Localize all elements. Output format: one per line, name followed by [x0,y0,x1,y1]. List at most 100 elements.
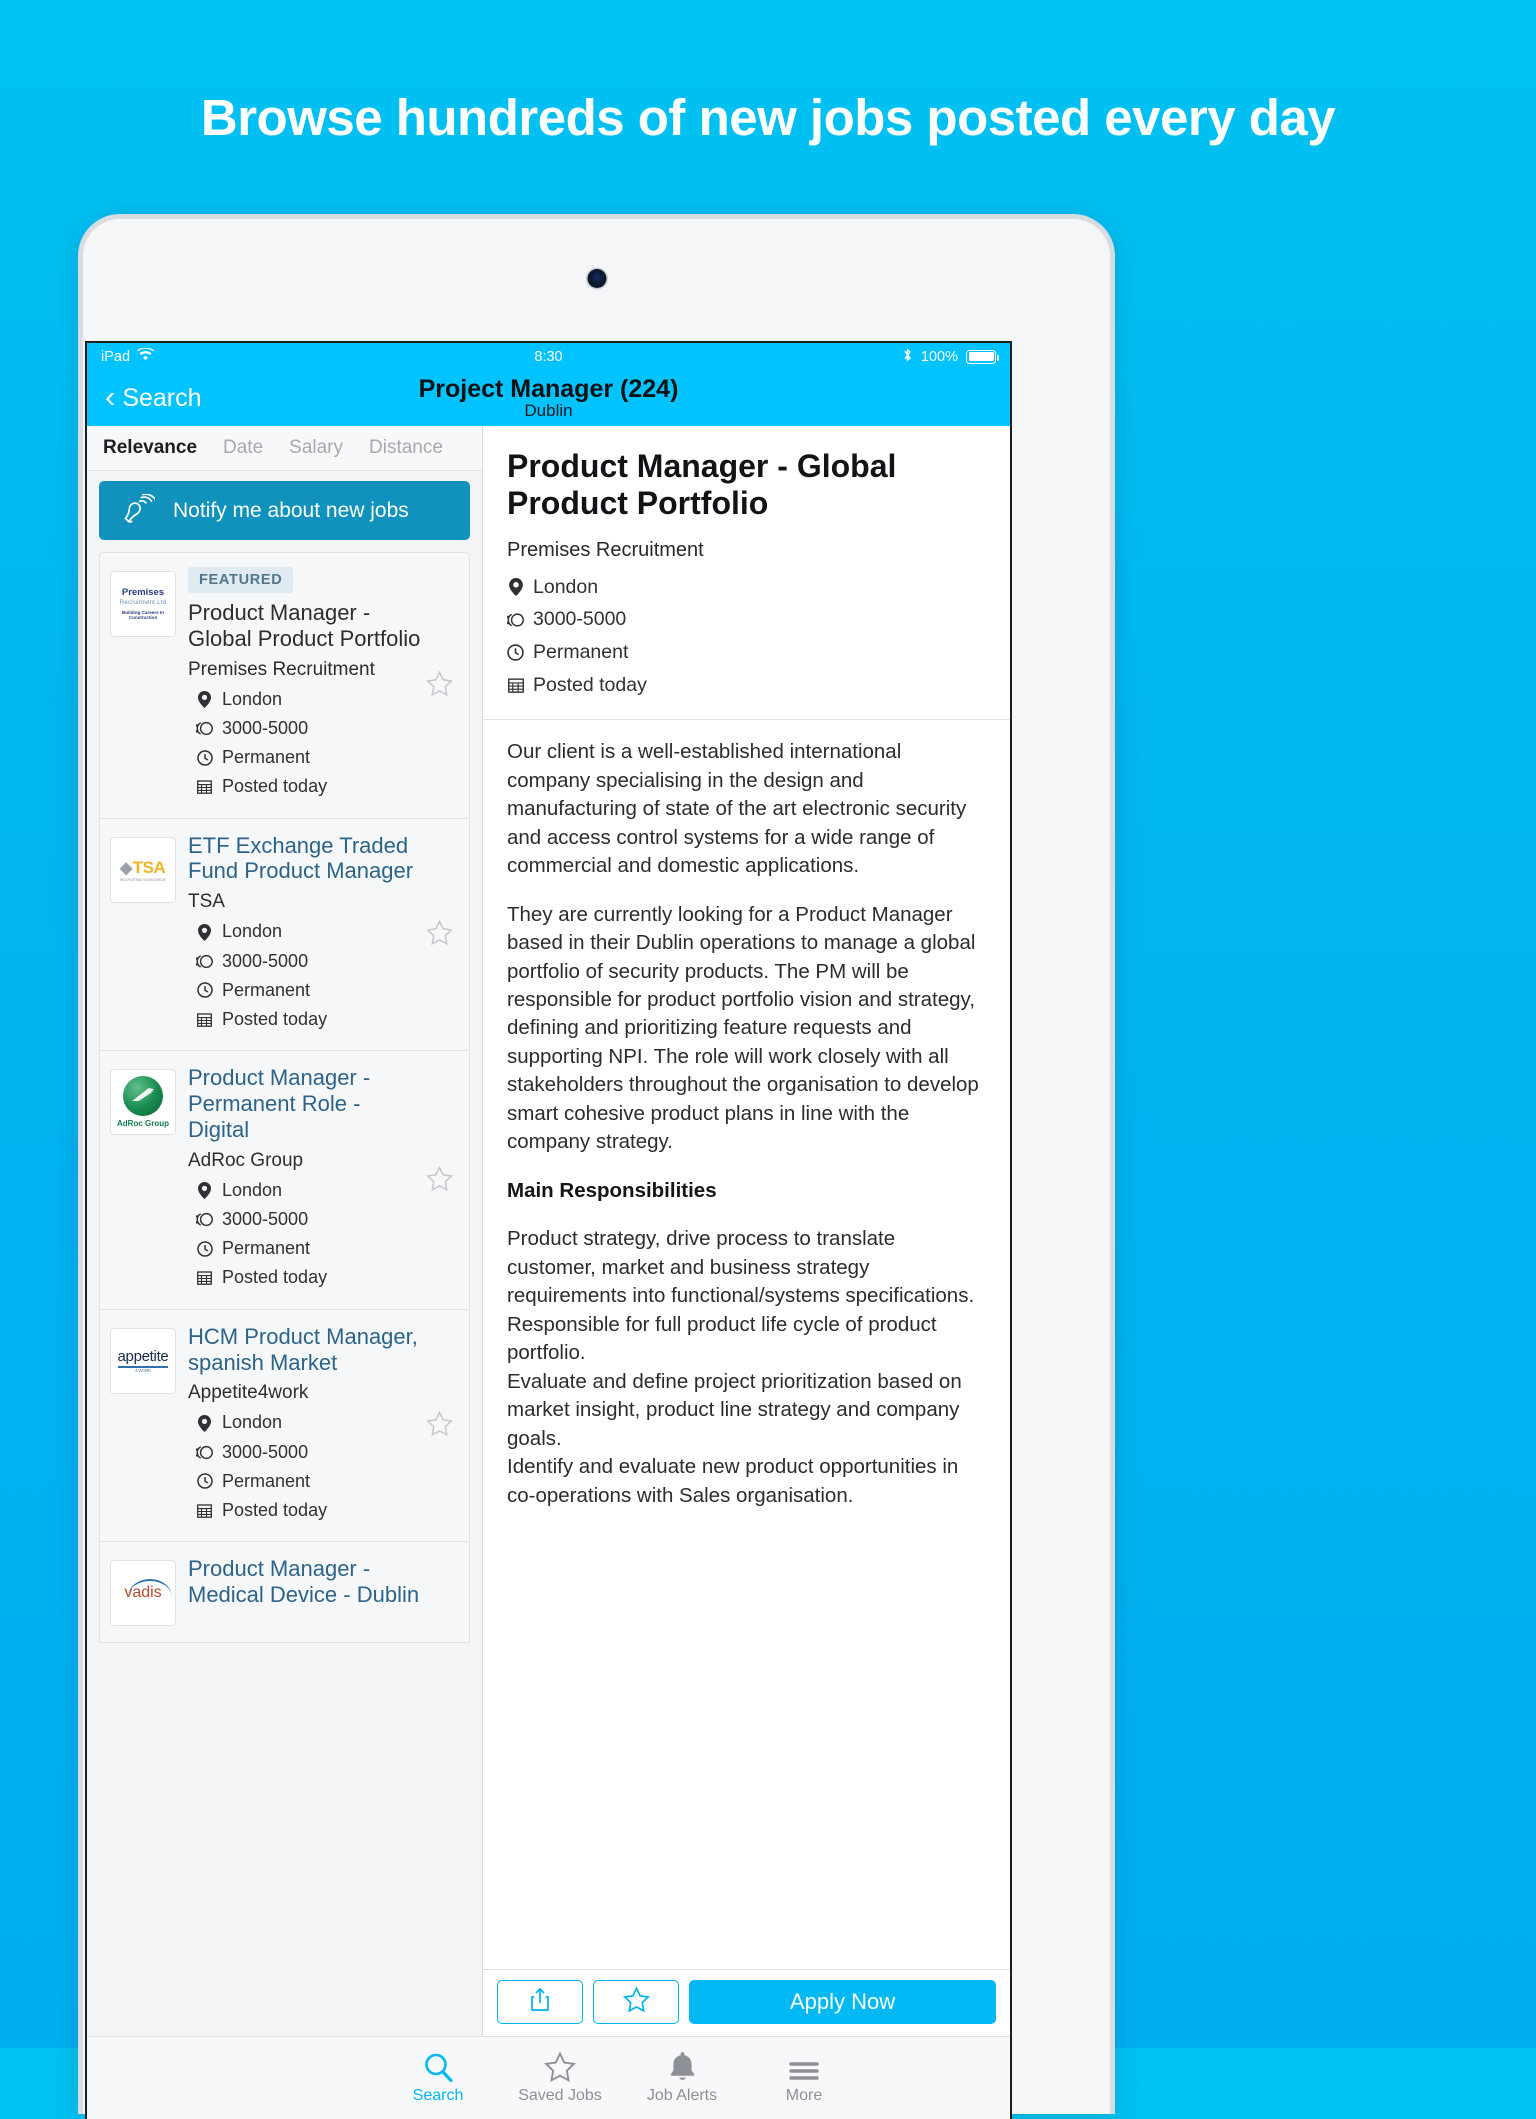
job-list-item[interactable]: ◆ TSA RECRUITING WORLDWIDE ETF Exchange T… [99,818,470,1052]
star-icon [622,1985,650,2018]
job-title[interactable]: Product Manager - Permanent Role - Digit… [188,1065,423,1143]
job-detail-pane: Product Manager - Global Product Portfol… [483,426,1010,2036]
job-detail-salary: 3000-5000 [533,608,627,631]
page-subtitle: Dublin [524,401,573,421]
calendar-icon [196,779,213,795]
calendar-icon [196,1503,213,1518]
star-icon [544,2051,576,2083]
navigation-bar: ‹ Search Project Manager (224) Dublin [87,370,1010,426]
sort-tab-bar: Relevance Date Salary Distance [87,426,482,471]
job-action-bar: Apply Now [483,1969,1010,2036]
save-job-star-button[interactable] [426,919,453,951]
tab-more[interactable]: More [743,2051,865,2105]
job-company: Premises Recruitment [188,658,375,680]
notify-me-banner[interactable]: Notify me about new jobs [99,481,470,540]
status-bar-time: 8:30 [534,348,563,365]
sort-tab-date[interactable]: Date [223,437,263,459]
location-pin-icon [196,1414,213,1432]
results-pane: Relevance Date Salary Distance Notify me… [87,426,483,2036]
save-job-star-button[interactable] [426,1165,453,1197]
description-paragraph-2: They are currently looking for a Product… [507,902,979,1154]
location-pin-icon [196,690,213,708]
share-button[interactable] [497,1980,583,2024]
tab-job-alerts[interactable]: Job Alerts [621,2051,743,2105]
location-pin-icon [196,1182,213,1199]
job-posted: Posted today [222,1008,328,1029]
page-title: Project Manager (224) [418,374,679,403]
chevron-left-icon: ‹ [105,379,116,414]
sort-tab-distance[interactable]: Distance [369,437,443,459]
job-contract: Permanent [222,979,311,1000]
clock-icon [196,1473,213,1490]
job-location: London [222,688,283,709]
job-list-item[interactable]: AdRoc Group Product Manager - Permanent … [99,1051,470,1310]
hero-headline: Browse hundreds of new jobs posted every… [200,89,1336,146]
tab-search-label: Search [412,2087,464,2104]
adroc-group-logo: AdRoc Group [110,1069,176,1136]
save-job-star-button[interactable] [426,670,453,702]
wifi-icon [137,347,155,365]
job-list-item[interactable]: Premises Recruitment Ltd Building Career… [99,552,470,819]
calendar-icon [196,1012,213,1027]
tsa-logo: ◆ TSA RECRUITING WORLDWIDE [110,836,176,903]
vadis-logo: vadis [110,1560,176,1627]
clock-icon [507,644,524,661]
salary-icon [507,612,524,628]
job-title[interactable]: Product Manager - Medical Device - Dubli… [188,1556,423,1608]
back-button-label: Search [122,383,202,412]
salary-icon [196,1445,213,1460]
job-contract: Permanent [222,1238,311,1259]
clock-icon [196,982,213,999]
share-icon [529,1987,551,2017]
salary-icon [196,721,213,736]
calendar-icon [196,1270,213,1286]
description-paragraph-1: Our client is a well-established interna… [507,740,967,878]
bluetooth-icon [902,347,913,367]
sort-tab-salary[interactable]: Salary [289,437,343,459]
job-detail-header: Product Manager - Global Product Portfol… [483,426,1010,721]
job-list-item[interactable]: vadis Product Manager - Medical Device -… [99,1542,470,1644]
job-title[interactable]: HCM Product Manager, spanish Market [188,1324,423,1376]
job-company: Appetite4work [188,1382,309,1404]
job-posted: Posted today [222,1267,328,1288]
clock-icon [196,1241,213,1257]
job-posted: Posted today [222,1499,328,1520]
job-list-item[interactable]: appetite 4 WORK HCM Product Manager, spa… [99,1309,470,1543]
back-button[interactable]: ‹ Search [87,379,202,414]
job-location: London [222,1179,283,1200]
bottom-tab-bar: Search Saved Jobs Job Alerts More [87,2036,1010,2119]
job-description-body[interactable]: Our client is a well-established interna… [483,720,1010,1969]
job-salary: 3000-5000 [222,1441,309,1462]
description-paragraph-3: Product strategy, drive process to trans… [507,1227,975,1507]
job-title[interactable]: ETF Exchange Traded Fund Product Manager [188,833,423,885]
device-name-label: iPad [101,348,131,365]
apply-now-button[interactable]: Apply Now [689,1980,996,2024]
job-contract: Permanent [222,1470,311,1491]
save-job-star-button[interactable] [426,1410,453,1442]
bell-ringing-icon [99,493,173,528]
search-icon [423,2051,454,2083]
hamburger-icon [789,2051,819,2083]
job-posted: Posted today [222,776,328,797]
sort-tab-relevance[interactable]: Relevance [103,437,197,459]
job-detail-company: Premises Recruitment [507,538,704,561]
featured-badge: FEATURED [188,567,294,593]
tab-saved-jobs[interactable]: Saved Jobs [499,2051,621,2105]
location-pin-icon [507,578,524,597]
job-title[interactable]: Product Manager - Global Product Portfol… [188,600,423,652]
appetite-logo: appetite 4 WORK [110,1327,176,1394]
clock-icon [196,750,213,766]
main-content: Relevance Date Salary Distance Notify me… [87,426,1010,2036]
job-detail-contract: Permanent [533,641,629,663]
job-company: AdRoc Group [188,1149,304,1171]
save-job-button[interactable] [593,1980,679,2024]
job-salary: 3000-5000 [222,950,309,971]
job-location: London [222,921,283,942]
notify-me-label: Notify me about new jobs [173,498,409,522]
responsibilities-heading: Main Responsibilities [507,1178,717,1202]
bell-icon [669,2051,696,2083]
job-detail-title: Product Manager - Global Product Portfol… [507,448,897,522]
status-bar: iPad 8:30 100% [87,343,1010,370]
job-results-list[interactable]: Premises Recruitment Ltd Building Career… [87,552,482,2036]
tab-search[interactable]: Search [377,2051,499,2105]
